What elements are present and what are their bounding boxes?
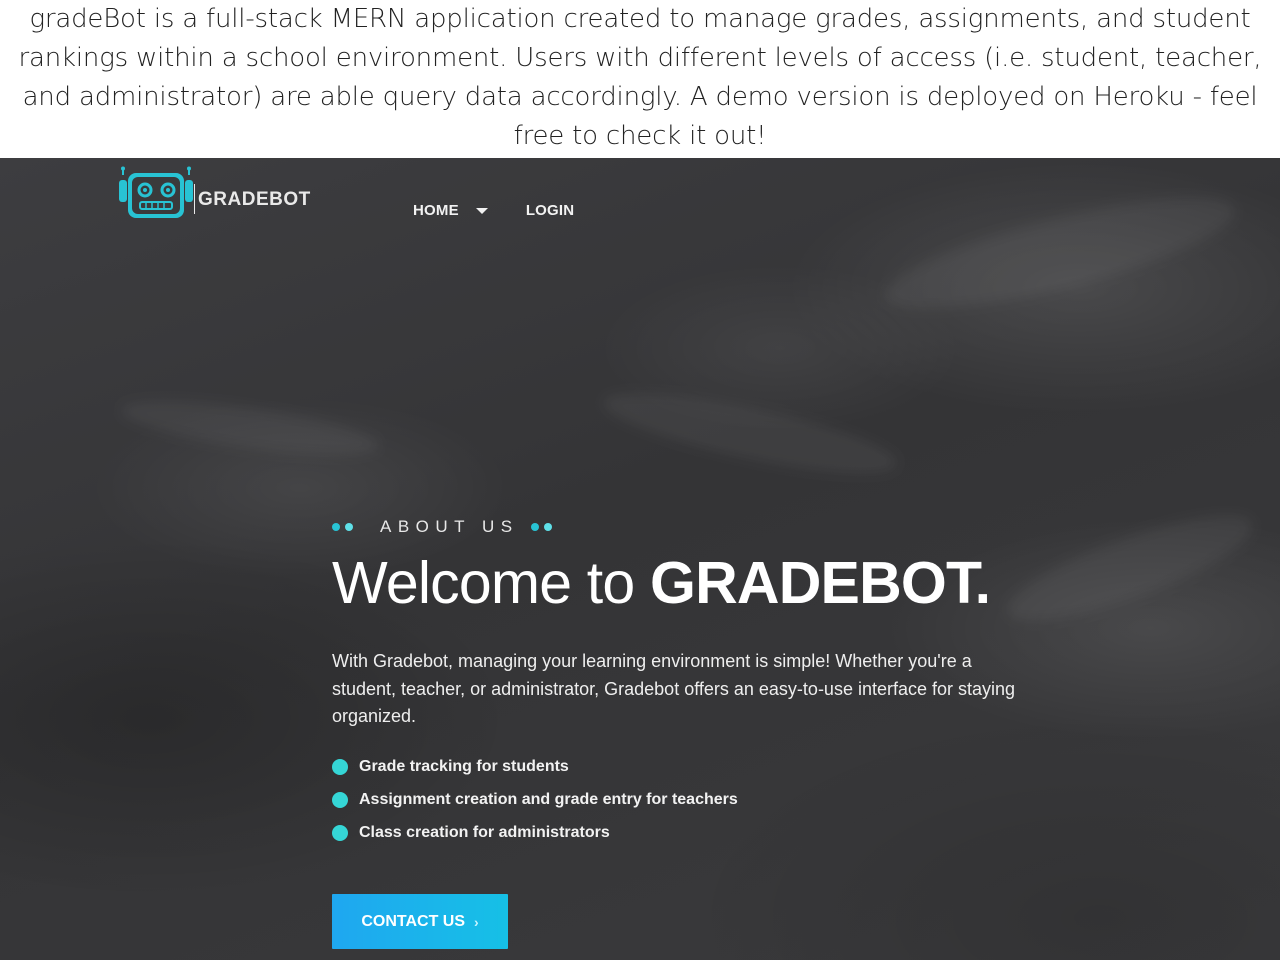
hero-headline: Welcome to GRADEBOT. xyxy=(332,548,1052,618)
eyebrow-dots-left-icon xyxy=(332,523,358,531)
feature-text: Grade tracking for students xyxy=(359,758,569,775)
section-eyebrow: ABOUT US xyxy=(332,514,1052,540)
nav-item-home-label: HOME xyxy=(413,202,459,219)
robot-icon xyxy=(119,166,193,218)
eyebrow-dots-right-icon xyxy=(530,523,557,531)
caret-down-icon[interactable] xyxy=(475,207,488,214)
hero-section: ABOUT US Welcome to GRADEBOT. With Grade… xyxy=(332,514,1052,850)
headline-brand: GRADEBOT. xyxy=(650,550,991,616)
headline-intro: Welcome to xyxy=(332,550,651,616)
main-nav: HOME LOGIN xyxy=(413,202,574,219)
list-item: Grade tracking for students xyxy=(332,751,1052,784)
chevron-right-icon: › xyxy=(474,913,479,930)
hero-intro: With Gradebot, managing your learning en… xyxy=(332,651,1016,726)
nav-item-home[interactable]: HOME xyxy=(413,202,488,219)
bullet-icon xyxy=(332,825,348,841)
bullet-icon xyxy=(332,792,348,808)
nav-item-login-label: LOGIN xyxy=(525,202,575,219)
eyebrow-label: ABOUT US xyxy=(380,517,519,536)
list-item: Assignment creation and grade entry for … xyxy=(332,784,1052,817)
brand-name: GRADEBOT xyxy=(198,189,311,210)
list-item: Class creation for administrators xyxy=(332,817,1052,850)
brand-logo[interactable]: GRADEBOT xyxy=(118,166,318,222)
feature-list: Grade tracking for students Assignment c… xyxy=(332,751,1052,850)
project-description: gradeBot is a full-stack MERN applicatio… xyxy=(0,0,1280,158)
contact-us-button[interactable]: CONTACT US › xyxy=(332,894,508,949)
contact-us-label: CONTACT US xyxy=(361,912,466,930)
gradebot-homepage-screenshot: GRADEBOT HOME LOGIN ABOUT US Welcome to … xyxy=(0,158,1280,960)
feature-text: Class creation for administrators xyxy=(359,824,610,841)
logo-divider xyxy=(194,184,195,214)
feature-text: Assignment creation and grade entry for … xyxy=(359,791,738,808)
bullet-icon xyxy=(332,759,348,775)
nav-item-login[interactable]: LOGIN xyxy=(526,202,575,219)
